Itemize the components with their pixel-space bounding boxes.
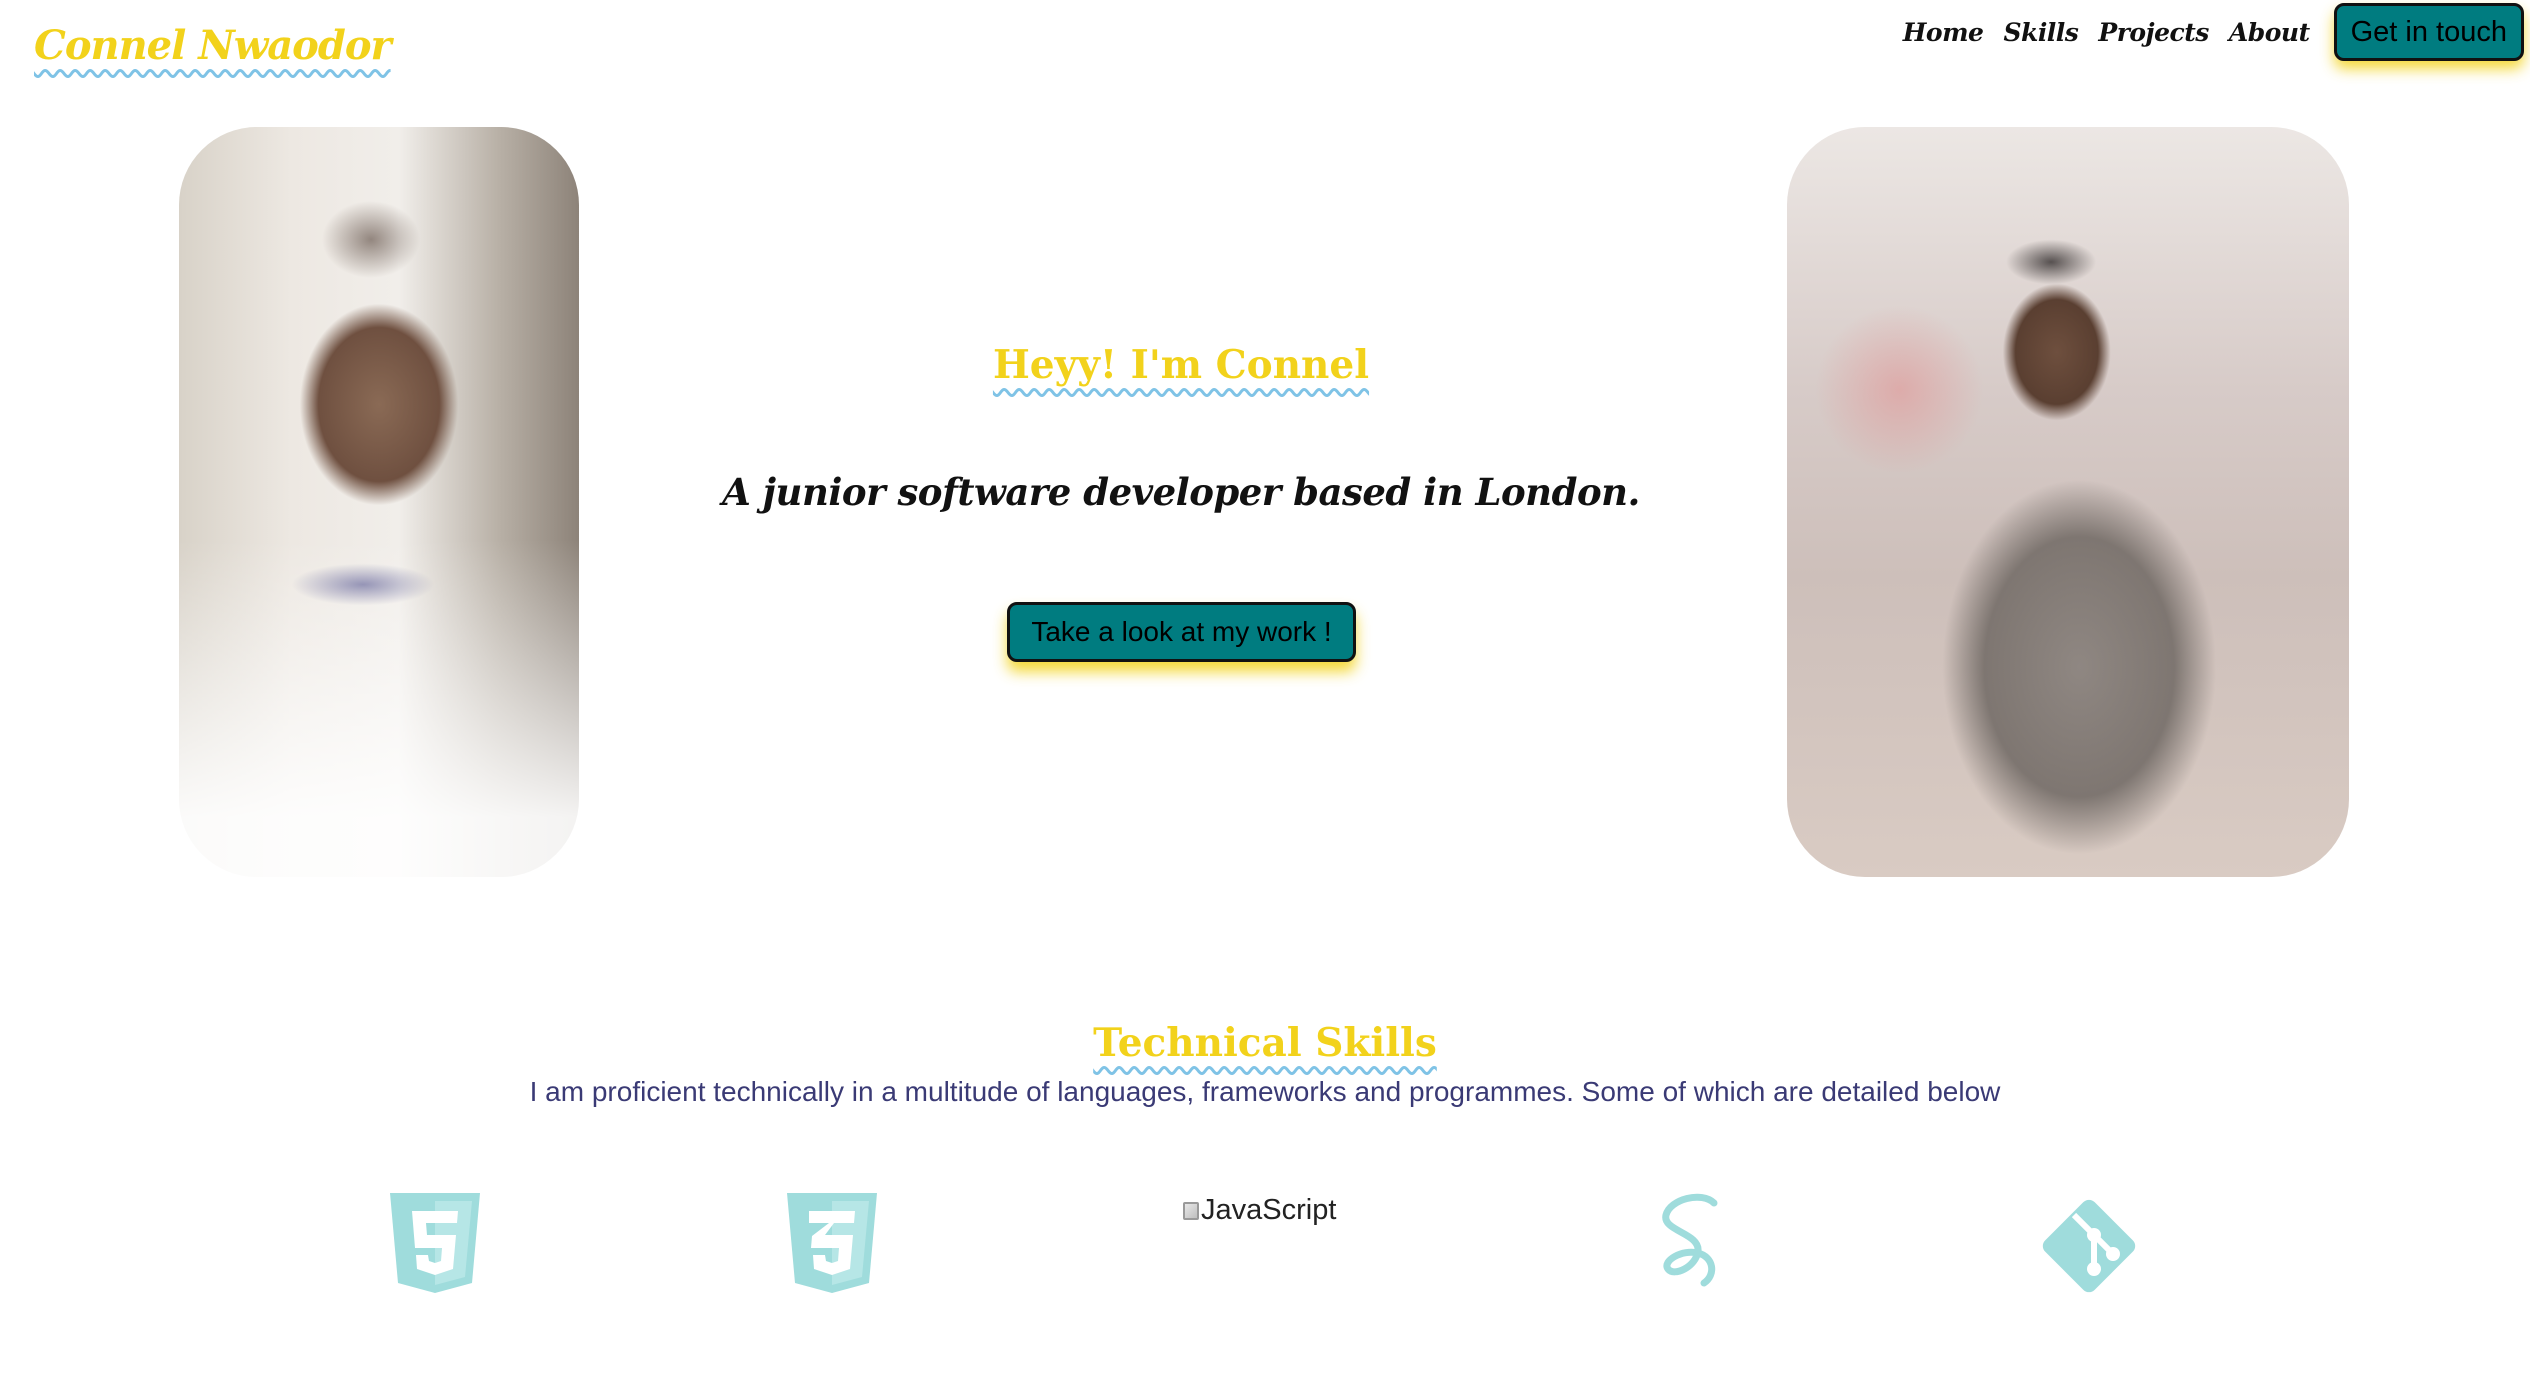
javascript-alt-text: JavaScript	[1201, 1194, 1337, 1226]
skills-description: I am proficient technically in a multitu…	[529, 1076, 2001, 1107]
javascript-icon: JavaScript	[1183, 1194, 1336, 1227]
hero-title: Heyy! I'm Connel	[992, 342, 1370, 388]
hero-subtitle: A junior software developer based in Lon…	[722, 470, 1640, 514]
view-work-button[interactable]: Take a look at my work !	[1007, 602, 1356, 662]
git-icon	[2036, 1193, 2142, 1303]
html5-icon	[390, 1193, 480, 1303]
main-nav: Home Skills Projects About Get in touch	[1903, 0, 2524, 64]
skills-title: Technical Skills	[1093, 1020, 1437, 1066]
nav-home[interactable]: Home	[1903, 18, 1984, 47]
get-in-touch-button[interactable]: Get in touch	[2333, 3, 2524, 61]
nav-about[interactable]: About	[2229, 18, 2310, 47]
site-logo[interactable]: Connel Nwaodor	[34, 22, 392, 69]
broken-image-icon	[1183, 1201, 1199, 1220]
nav-skills[interactable]: Skills	[2003, 18, 2078, 47]
css3-icon	[787, 1193, 877, 1303]
sass-icon	[1652, 1193, 1732, 1303]
nav-projects[interactable]: Projects	[2098, 18, 2209, 47]
